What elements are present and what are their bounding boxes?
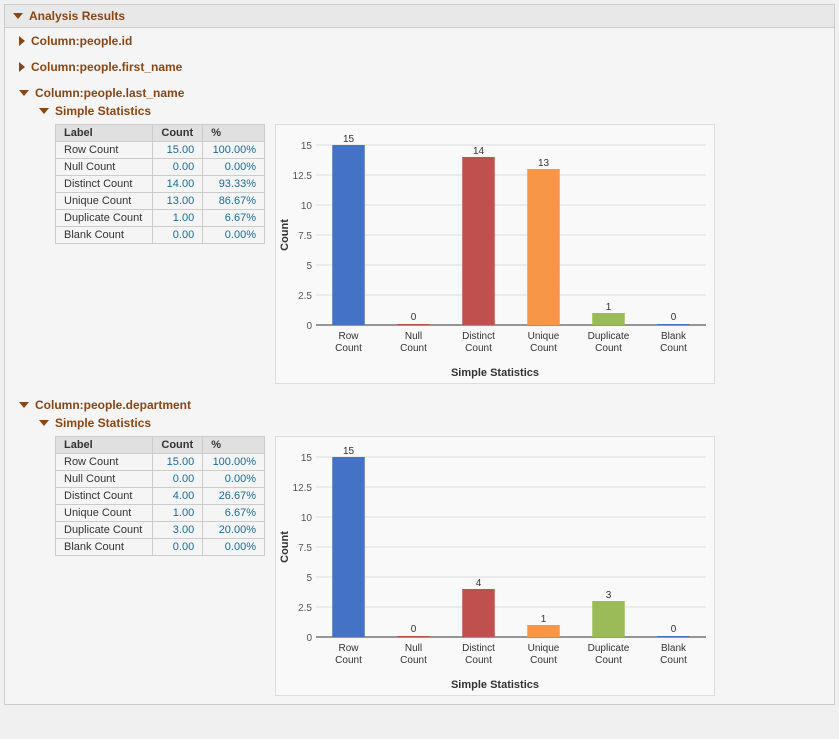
dept-stats-table: Label Count % Row Count15.00100.00%Null … (55, 436, 265, 556)
col-count-header: Count (153, 437, 203, 454)
lastname-chart: 02.557.51012.515Count15RowCount0NullCoun… (275, 124, 715, 384)
lastname-chart-title: Simple Statistics (276, 367, 714, 379)
svg-text:Row: Row (338, 331, 359, 342)
svg-text:Count: Count (660, 655, 687, 666)
lastname-subsection: Simple Statistics Label Count % (15, 102, 834, 388)
svg-text:Distinct: Distinct (462, 643, 495, 654)
expand-icon (19, 36, 25, 46)
svg-text:Count: Count (335, 343, 362, 354)
subsection-collapse-icon (39, 108, 49, 114)
svg-text:Count: Count (465, 343, 492, 354)
dept-chart-svg: 02.557.51012.515Count15RowCount0NullCoun… (276, 437, 716, 697)
svg-text:10: 10 (301, 513, 313, 524)
column-id-label: Column:people.id (31, 34, 132, 48)
lastname-analysis-content: Label Count % Row Count15.00100.00%Null … (35, 120, 834, 388)
subsection-collapse-icon (39, 420, 49, 426)
svg-text:Count: Count (279, 219, 291, 251)
svg-text:Count: Count (279, 531, 291, 563)
column-firstname-header[interactable]: Column:people.first_name (15, 58, 834, 76)
columns-container: Column:people.id Column:people.first_nam… (4, 28, 835, 705)
lastname-simplestat-header: Simple Statistics (35, 102, 834, 120)
svg-text:Null: Null (405, 331, 422, 342)
svg-text:Count: Count (660, 343, 687, 354)
svg-text:14: 14 (473, 146, 485, 157)
svg-text:Count: Count (595, 343, 622, 354)
column-dept-label: Column:people.department (35, 398, 191, 412)
svg-text:2.5: 2.5 (298, 603, 312, 614)
svg-text:0: 0 (411, 312, 417, 323)
svg-text:12.5: 12.5 (293, 171, 313, 182)
svg-text:2.5: 2.5 (298, 291, 312, 302)
svg-text:Duplicate: Duplicate (588, 643, 630, 654)
dept-simplestat-header: Simple Statistics (35, 414, 834, 432)
svg-text:Count: Count (465, 655, 492, 666)
column-id-header[interactable]: Column:people.id (15, 32, 834, 50)
svg-text:Count: Count (335, 655, 362, 666)
dept-chart: 02.557.51012.515Count15RowCount0NullCoun… (275, 436, 715, 696)
column-people-department: Column:people.department Simple Statisti… (15, 392, 834, 704)
svg-text:15: 15 (343, 134, 355, 145)
column-people-lastname: Column:people.last_name Simple Statistic… (15, 80, 834, 392)
dept-chart-title: Simple Statistics (276, 679, 714, 691)
column-lastname-label: Column:people.last_name (35, 86, 184, 100)
svg-text:Count: Count (400, 655, 427, 666)
svg-text:10: 10 (301, 201, 313, 212)
expand-icon (19, 402, 29, 408)
svg-text:Null: Null (405, 643, 422, 654)
col-pct-header: % (203, 125, 265, 142)
svg-text:Count: Count (530, 655, 557, 666)
col-pct-header: % (203, 437, 265, 454)
svg-text:Row: Row (338, 643, 359, 654)
col-label-header: Label (56, 437, 153, 454)
svg-text:Blank: Blank (661, 643, 687, 654)
svg-text:12.5: 12.5 (293, 483, 313, 494)
col-count-header: Count (153, 125, 203, 142)
col-label-header: Label (56, 125, 153, 142)
svg-text:Unique: Unique (528, 331, 560, 342)
dept-subsection: Simple Statistics Label Count % (15, 414, 834, 700)
svg-text:0: 0 (306, 633, 312, 644)
main-container: Analysis Results Column:people.id Column… (0, 0, 839, 739)
svg-text:1: 1 (541, 614, 547, 625)
dept-analysis-content: Label Count % Row Count15.00100.00%Null … (35, 432, 834, 700)
svg-text:7.5: 7.5 (298, 231, 312, 242)
lastname-simplestat-label: Simple Statistics (55, 104, 151, 118)
svg-text:5: 5 (306, 261, 312, 272)
lastname-stats-table: Label Count % Row Count15.00100.00%Null … (55, 124, 265, 244)
svg-text:0: 0 (671, 312, 677, 323)
svg-text:Blank: Blank (661, 331, 687, 342)
svg-text:0: 0 (671, 624, 677, 635)
column-firstname-label: Column:people.first_name (31, 60, 182, 74)
svg-text:15: 15 (301, 453, 313, 464)
expand-icon (19, 62, 25, 72)
svg-text:15: 15 (301, 141, 313, 152)
svg-text:4: 4 (476, 578, 482, 589)
svg-text:3: 3 (606, 590, 612, 601)
svg-text:Count: Count (530, 343, 557, 354)
column-people-id: Column:people.id (15, 28, 834, 54)
svg-text:1: 1 (606, 302, 612, 313)
column-dept-header[interactable]: Column:people.department (15, 396, 834, 414)
svg-text:Unique: Unique (528, 643, 560, 654)
svg-text:Count: Count (595, 655, 622, 666)
analysis-results-title: Analysis Results (29, 9, 125, 23)
svg-text:0: 0 (411, 624, 417, 635)
svg-text:Distinct: Distinct (462, 331, 495, 342)
svg-text:Duplicate: Duplicate (588, 331, 630, 342)
svg-text:7.5: 7.5 (298, 543, 312, 554)
expand-icon (19, 90, 29, 96)
svg-text:5: 5 (306, 573, 312, 584)
lastname-chart-svg: 02.557.51012.515Count15RowCount0NullCoun… (276, 125, 716, 385)
analysis-results-header[interactable]: Analysis Results (4, 4, 835, 28)
column-people-firstname: Column:people.first_name (15, 54, 834, 80)
svg-text:15: 15 (343, 446, 355, 457)
svg-text:Count: Count (400, 343, 427, 354)
dept-simplestat-label: Simple Statistics (55, 416, 151, 430)
svg-text:0: 0 (306, 321, 312, 332)
collapse-icon (13, 13, 23, 19)
column-lastname-header[interactable]: Column:people.last_name (15, 84, 834, 102)
svg-text:13: 13 (538, 158, 550, 169)
